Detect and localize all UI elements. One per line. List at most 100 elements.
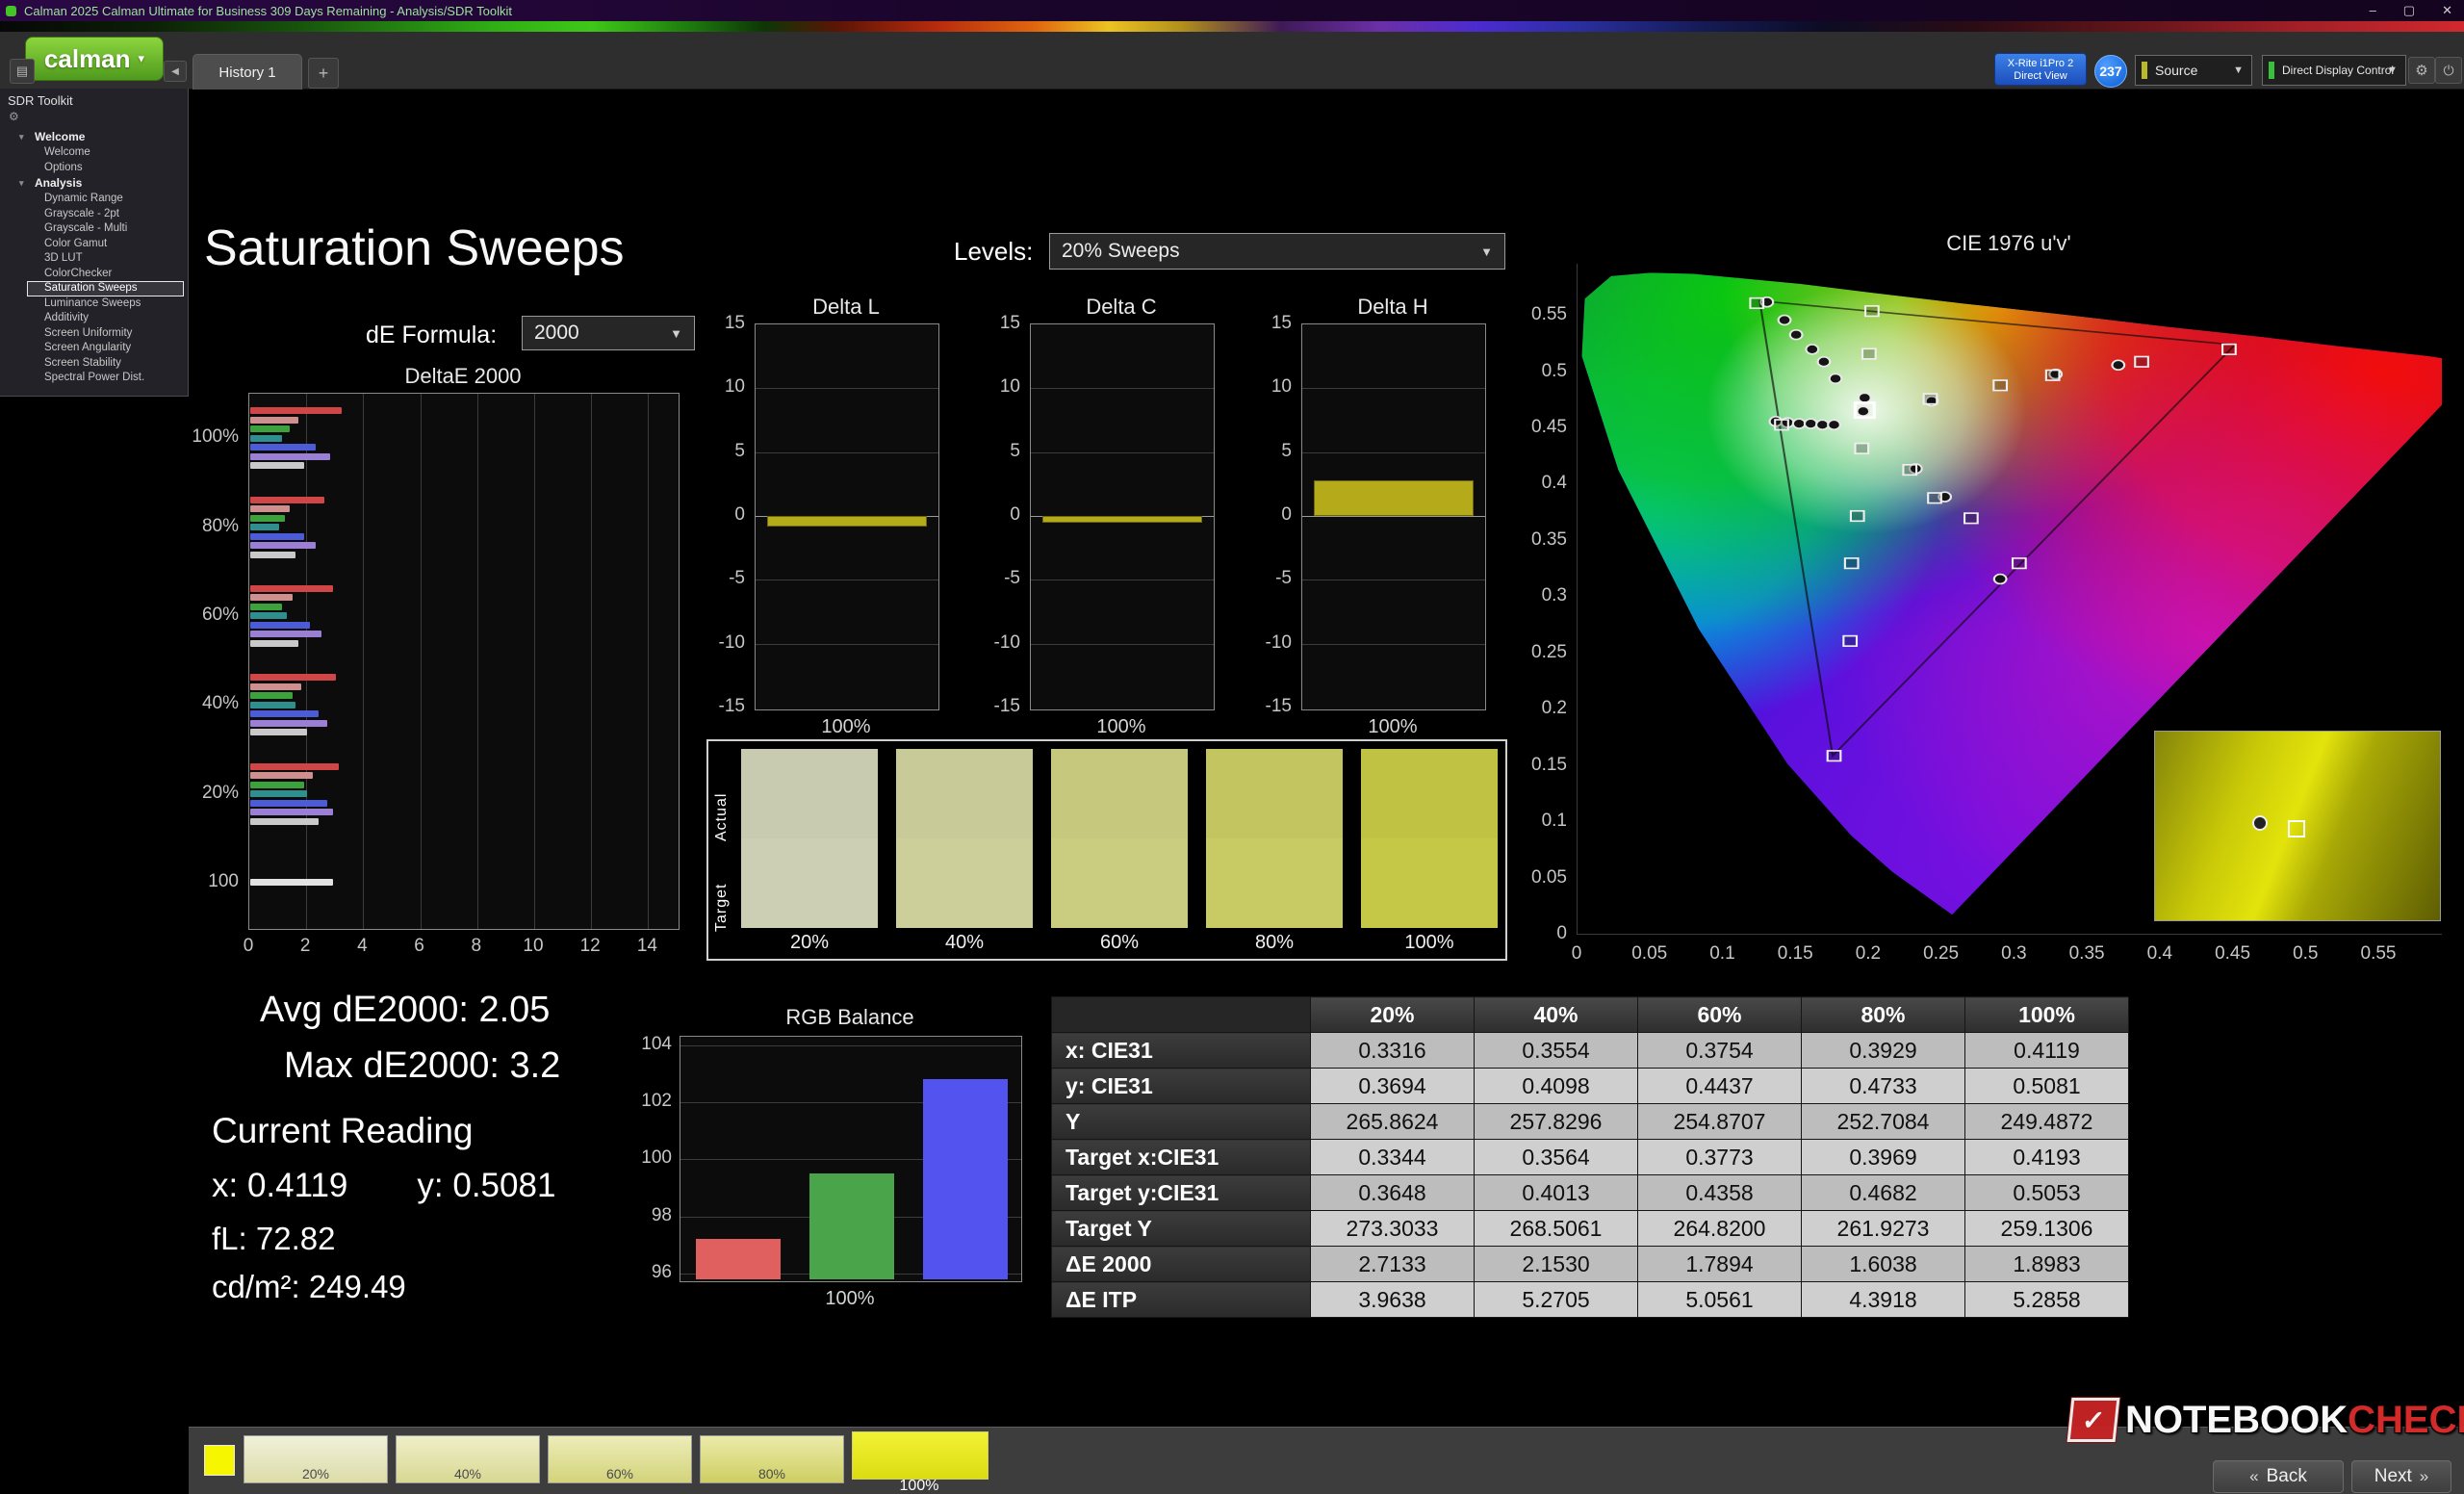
gridline [1302,516,1485,517]
sidebar-item-spectral-power-dist[interactable]: Spectral Power Dist. [0,371,188,386]
cie-x-tick: 0.25 [1912,943,1970,965]
value-cell: 0.4437 [1638,1069,1802,1104]
value-cell: 1.6038 [1802,1247,1965,1282]
cie-chart-title: CIE 1976 u'v' [1577,231,2441,256]
deltae-bar [250,505,290,512]
meter-connection-button[interactable]: X-Rite i1Pro 2 Direct View [1994,53,2087,86]
table-row: Target y:CIE310.36480.40130.43580.46820.… [1052,1175,2129,1211]
value-cell: 0.3929 [1802,1033,1965,1069]
target-swatch [1361,838,1498,928]
sidebar-item-grayscale-2pt[interactable]: Grayscale - 2pt [0,207,188,222]
power-button[interactable]: ⏻ [2435,57,2462,84]
value-cell: 257.8296 [1475,1104,1638,1140]
deltal-y-tick: -15 [701,696,745,717]
value-cell: 0.5081 [1965,1069,2129,1104]
cie-x-tick: 0.35 [2058,943,2116,965]
notebookcheck-wordmark: NOTEBOOKCHECK [2125,1399,2464,1442]
value-cell: 261.9273 [1802,1211,1965,1247]
corner-cell [1052,997,1311,1033]
levels-value: 20% Sweeps [1062,240,1180,263]
sidebar-item-3d-lut[interactable]: 3D LUT [0,251,188,267]
sidebar-item-screen-angularity[interactable]: Screen Angularity [0,341,188,356]
sidebar-item-saturation-sweeps[interactable]: Saturation Sweeps [27,281,184,296]
value-cell: 0.4119 [1965,1033,2129,1069]
value-cell: 0.5053 [1965,1175,2129,1211]
measured-point [1805,419,1817,428]
deltae-bar [250,552,295,558]
target-point [1928,493,1941,503]
pattern-swatch-40[interactable]: 40% [396,1435,540,1483]
calman-app-window: Calman 2025 Calman Ultimate for Business… [0,0,2464,1494]
pattern-swatch-100[interactable] [852,1431,988,1480]
cie-x-tick: 0.45 [2204,943,2262,965]
deltae-bar [250,604,282,610]
sidebar-item-grayscale-multi[interactable]: Grayscale - Multi [0,221,188,237]
meter-mode: Direct View [1995,70,2086,83]
deltae-bar [250,585,333,592]
sidebar-item-welcome[interactable]: Welcome [0,145,188,161]
deltah-y-tick: -15 [1247,696,1292,717]
deltal-y-tick: 0 [701,504,745,526]
cie-x-tick: 0.55 [2349,943,2407,965]
window-title: Calman 2025 Calman Ultimate for Business… [24,4,2370,18]
pattern-swatch-60[interactable]: 60% [548,1435,692,1483]
de-formula-dropdown[interactable]: 2000 ▼ [522,316,695,350]
settings-gear-button[interactable]: ⚙ [2408,57,2435,84]
maximize-button[interactable]: ▢ [2403,3,2415,18]
row-label: ΔE 2000 [1052,1247,1311,1282]
new-tab-button[interactable]: + [308,58,339,89]
row-label: Target Y [1052,1211,1311,1247]
gridline [756,644,938,645]
tree-section-welcome[interactable]: Welcome [0,129,188,145]
next-button[interactable]: Next » [2351,1460,2451,1493]
source-dropdown[interactable]: Source ▼ [2135,55,2252,86]
sidebar-collapse-button[interactable]: ◀ [164,61,187,82]
cie-y-tick: 0.1 [1503,811,1567,832]
workflow-tree: WelcomeWelcomeOptionsAnalysisDynamic Ran… [0,129,188,386]
deltah-y-tick: 5 [1247,441,1292,462]
pattern-swatch-80[interactable]: 80% [700,1435,844,1483]
actual-swatch [896,749,1033,838]
sidebar-title: SDR Toolkit [0,89,188,108]
sidebar-item-dynamic-range[interactable]: Dynamic Range [0,192,188,207]
close-button[interactable]: ✕ [2442,3,2452,18]
panel-toggle-button[interactable]: ▤ [10,59,35,84]
deltae-bar [250,683,301,690]
target-point [1993,380,2007,391]
value-cell: 0.3316 [1311,1033,1475,1069]
sidebar-item-additivity[interactable]: Additivity [0,311,188,326]
display-control-dropdown[interactable]: Direct Display Control ▼ [2262,55,2406,86]
saturation-swatch-100 [1361,749,1498,928]
deltae-bar [250,702,295,708]
value-cell: 0.4013 [1475,1175,1638,1211]
pattern-swatch-20[interactable]: 20% [244,1435,388,1483]
sidebar-item-screen-uniformity[interactable]: Screen Uniformity [0,326,188,342]
table-row: ΔE ITP3.96385.27055.05614.39185.2858 [1052,1282,2129,1318]
deltae-x-tick: 0 [229,936,268,957]
chevron-down-icon: ▼ [1480,245,1493,259]
tree-section-analysis[interactable]: Analysis [0,175,188,192]
swatch-level-label: 100% [1361,932,1498,954]
measurement-count-badge: 237 [2094,55,2127,88]
value-cell: 0.3648 [1311,1175,1475,1211]
deltal-y-tick: 15 [701,313,745,334]
cie-y-tick: 0.2 [1503,698,1567,719]
pattern-swatch-label: 20% [244,1466,387,1481]
cie-x-tick: 0.2 [1839,943,1897,965]
minimize-button[interactable]: – [2370,3,2376,18]
sidebar-item-screen-stability[interactable]: Screen Stability [0,356,188,372]
target-point [1964,513,1978,524]
back-button[interactable]: « Back [2213,1460,2344,1493]
tab-history-1[interactable]: History 1 [192,54,302,90]
calman-logo-button[interactable]: calman ▾ [25,37,164,81]
sidebar-item-options[interactable]: Options [0,161,188,176]
delta-h-chart [1301,323,1486,710]
deltac-y-tick: 10 [976,376,1020,398]
sidebar-item-luminance-sweeps[interactable]: Luminance Sweeps [0,296,188,312]
sidebar-item-colorchecker[interactable]: ColorChecker [0,267,188,282]
sidebar-item-color-gamut[interactable]: Color Gamut [0,237,188,252]
sidebar: SDR Toolkit ⚙ WelcomeWelcomeOptionsAnaly… [0,89,189,397]
deltae-bar [250,417,298,424]
deltae-bar [250,729,307,735]
levels-dropdown[interactable]: 20% Sweeps ▼ [1049,233,1505,270]
